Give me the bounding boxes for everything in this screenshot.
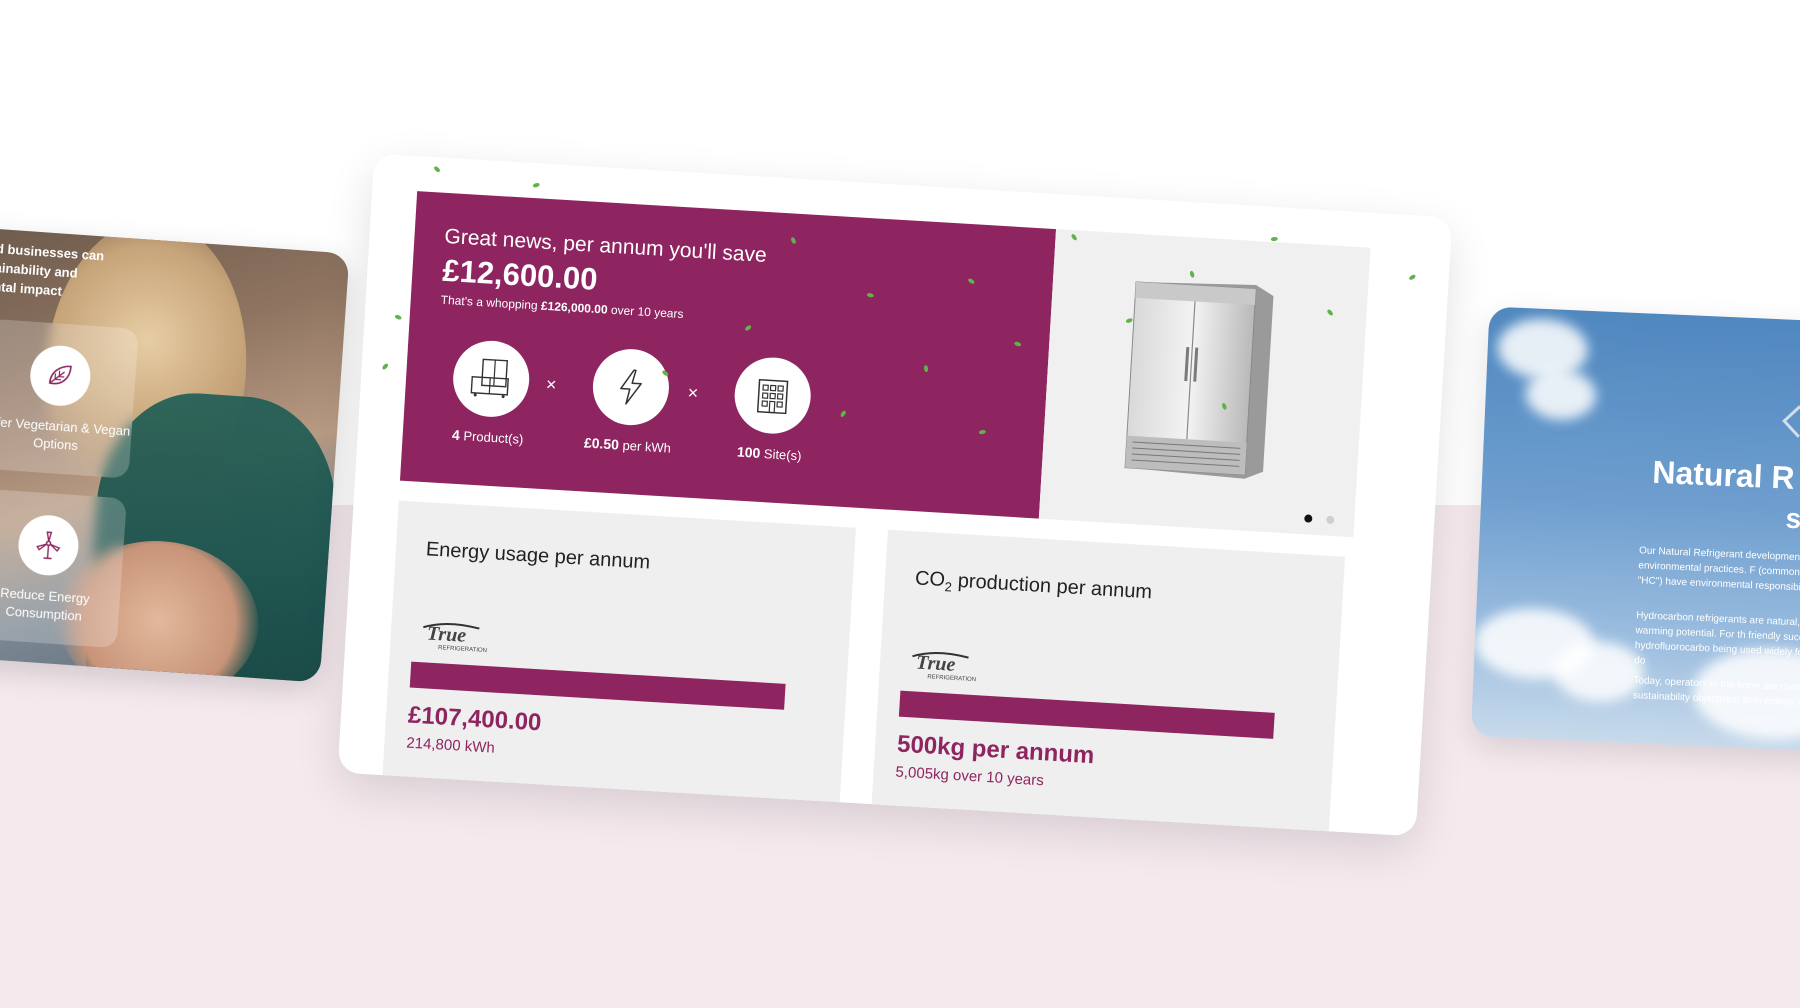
svg-text:True: True [426, 623, 467, 647]
lightning-icon [590, 346, 672, 428]
sites-unit: Site(s) [763, 446, 802, 464]
savings-panel: Great news, per annum you'll save £12,60… [399, 191, 1057, 519]
carousel-dot-1[interactable] [1304, 514, 1313, 523]
savings-sub-suffix: over 10 years [610, 302, 684, 322]
savings-subtext: That's a whopping £126,000.00 over 10 ye… [440, 293, 684, 321]
section-heading: Natural R [1651, 453, 1796, 496]
calc-products-value: 4 Product(s) [452, 427, 524, 447]
true-refrigeration-logo: True REFRIGERATION [423, 623, 487, 654]
fridge-icon [450, 338, 532, 420]
carousel-dot-2[interactable] [1326, 515, 1335, 525]
co2-title: CO2 production per annum [914, 567, 1152, 606]
products-count: 4 [451, 426, 461, 444]
svg-text:REFRIGERATION: REFRIGERATION [438, 645, 487, 654]
true-refrigeration-logo: True REFRIGERATION [912, 652, 976, 683]
co2-title-pre: CO [914, 567, 946, 592]
leaf-icon [28, 343, 93, 408]
energy-usage-bar [409, 661, 786, 710]
energy-usage-title: Energy usage per annum [425, 538, 651, 574]
energy-cost: £107,400.00 [407, 701, 543, 737]
savings-sub-prefix: That's a whopping [440, 292, 539, 313]
co2-ten-year: 5,005kg over 10 years [895, 763, 1045, 790]
savings-amount: £12,600.00 [441, 252, 599, 297]
fridge-image [1124, 281, 1274, 479]
multiply-sign: × [545, 374, 558, 395]
feature-tile-vegetarian[interactable]: Offer Vegetarian & Vegan Options [0, 318, 139, 479]
carousel-dots [1304, 514, 1335, 525]
feature-label: Reduce Energy Consumption [0, 585, 91, 624]
wind-turbine-icon [16, 513, 81, 578]
calc-products[interactable]: 4 Product(s) [432, 338, 548, 448]
savings-calculator-card: Great news, per annum you'll save £12,60… [337, 153, 1453, 837]
left-feature-card: d businesses can ainability and ntal imp… [0, 227, 350, 683]
calc-sites[interactable]: 100 Site(s) [714, 354, 830, 464]
savings-sub-amount: £126,000.00 [540, 298, 609, 317]
price-value: £0.50 [583, 434, 620, 453]
sites-count: 100 [736, 443, 761, 461]
calc-price[interactable]: £0.50 per kWh [572, 346, 688, 456]
feature-tile-energy[interactable]: Reduce Energy Consumption [0, 488, 127, 649]
svg-text:True: True [915, 652, 956, 676]
co2-amount: 500kg per annum [896, 730, 1096, 770]
feature-label: Offer Vegetarian & Vegan Options [0, 413, 131, 454]
natural-refrigerant-card: Natural R s Our Natural Refrigerant deve… [1470, 306, 1800, 754]
co2-production-card: CO2 production per annum True REFRIGERAT… [871, 529, 1346, 832]
energy-usage-card: Energy usage per annum True REFRIGERATIO… [382, 500, 856, 803]
product-carousel[interactable] [1038, 229, 1371, 538]
paragraph-2: Hydrocarbon refrigerants are natural, an… [1634, 610, 1800, 667]
co2-title-post: production per annum [951, 569, 1153, 604]
section-heading-line2: s [1784, 502, 1800, 535]
products-unit: Product(s) [463, 428, 524, 447]
building-icon [732, 355, 813, 436]
co2-bar [898, 690, 1275, 739]
calculation-row: 4 Product(s) × £0.50 per kWh × 100 Site(… [432, 338, 818, 470]
calc-sites-value: 100 Site(s) [737, 444, 802, 464]
calc-price-value: £0.50 per kWh [584, 434, 672, 455]
paragraph-1: Our Natural Refrigerant development resp… [1637, 545, 1800, 595]
price-unit: per kWh [622, 437, 672, 456]
multiply-sign: × [687, 382, 699, 404]
energy-kwh: 214,800 kWh [405, 734, 496, 757]
svg-text:REFRIGERATION: REFRIGERATION [927, 674, 976, 683]
chevron-left-icon[interactable] [1782, 405, 1800, 438]
